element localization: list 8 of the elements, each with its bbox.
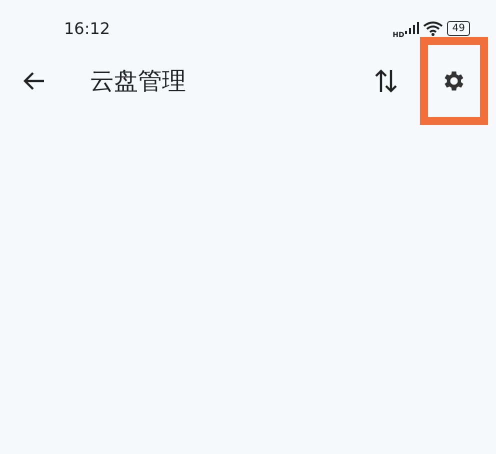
page-title: 云盘管理: [90, 66, 187, 97]
status-time: 16:12: [64, 18, 110, 38]
signal-icon: [405, 22, 420, 34]
battery-icon: 49: [447, 20, 470, 36]
back-arrow-icon: [23, 71, 45, 91]
sort-arrows-icon: [374, 68, 398, 94]
settings-button[interactable]: [420, 37, 488, 125]
wifi-icon: [423, 20, 444, 36]
